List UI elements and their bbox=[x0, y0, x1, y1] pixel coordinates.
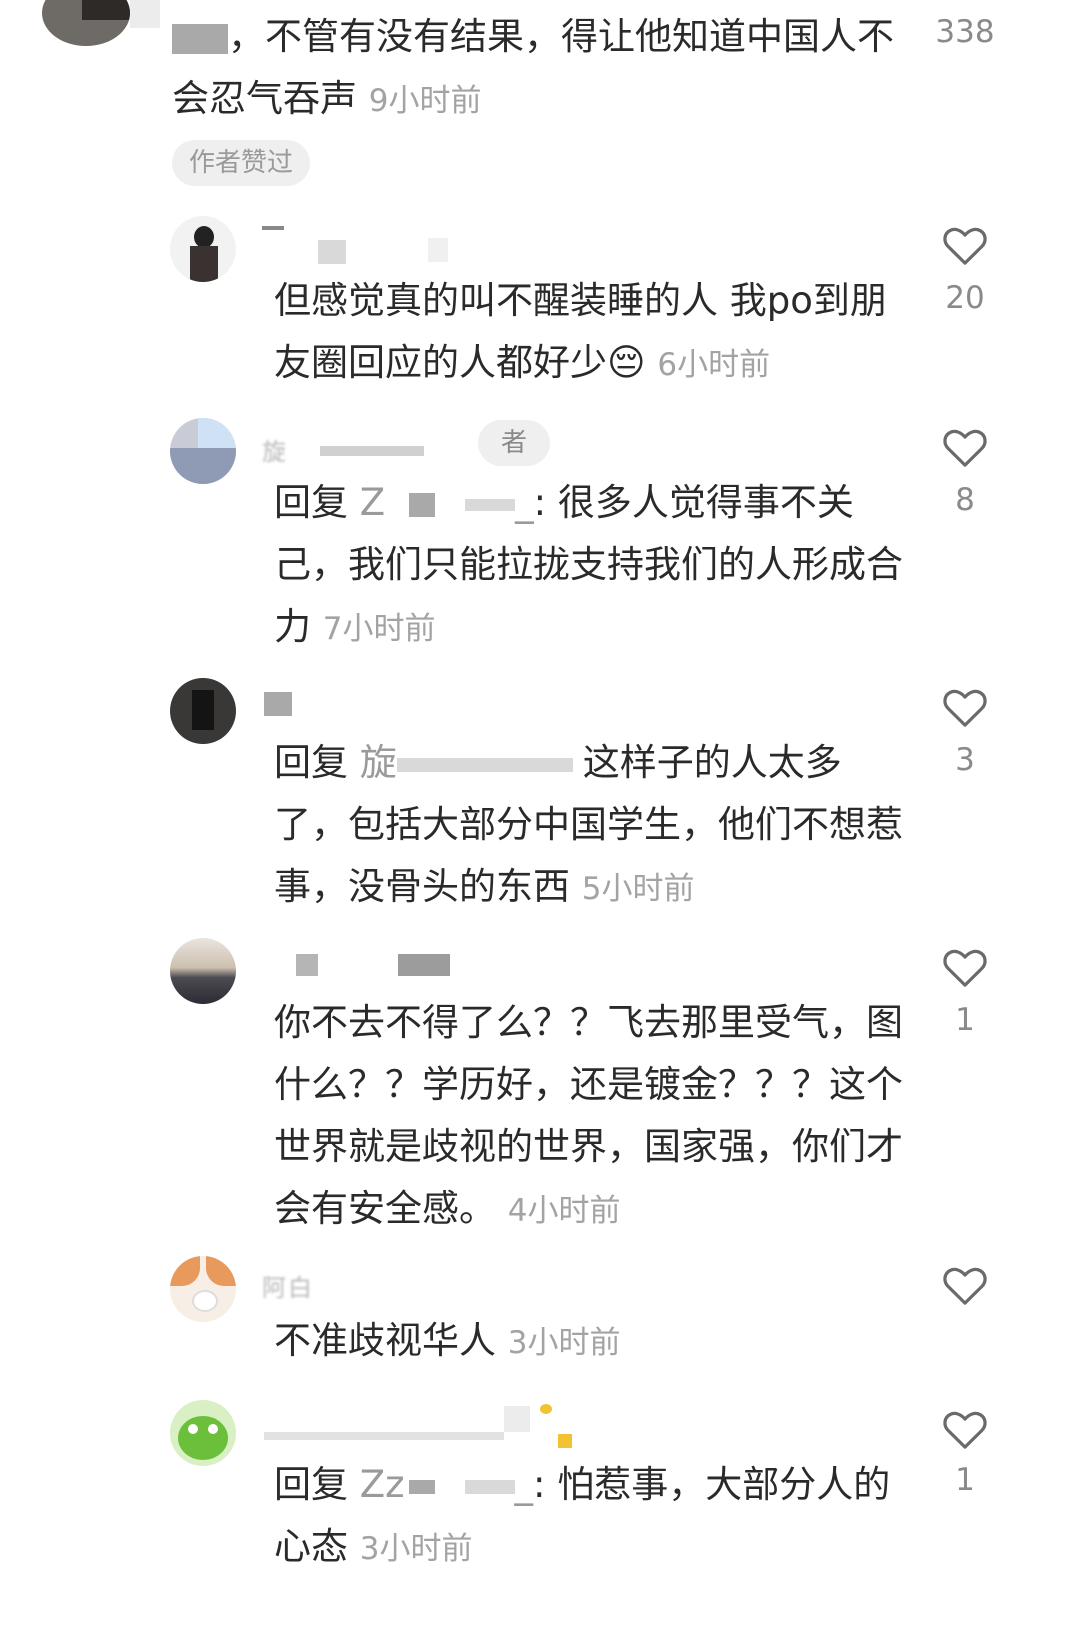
comment-text: ，不管有没有结果，得让他知道中国人不会忍气吞声 9小时前 bbox=[172, 15, 894, 120]
redacted-username bbox=[318, 240, 346, 264]
author-badge: 者 bbox=[478, 420, 550, 466]
avatar[interactable] bbox=[170, 1400, 236, 1466]
comment-time: 6小时前 bbox=[657, 347, 771, 383]
reply-to-name[interactable]: Zz bbox=[360, 1463, 405, 1506]
comment-time: 3小时前 bbox=[359, 1531, 473, 1567]
avatar[interactable] bbox=[170, 938, 236, 1004]
reply-to-name[interactable]: Z bbox=[360, 481, 385, 524]
reply-to-name-tail: _ bbox=[514, 1463, 534, 1506]
commenter-name: 阿白 bbox=[262, 1274, 314, 1302]
comment-time: 7小时前 bbox=[322, 611, 436, 647]
redacted-username bbox=[264, 1432, 504, 1440]
reply-label: 回复 bbox=[274, 1463, 348, 1506]
heart-outline-icon[interactable] bbox=[942, 1408, 988, 1450]
heart-outline-icon[interactable] bbox=[942, 426, 988, 468]
like-count: 1 bbox=[955, 1462, 975, 1498]
reply-label: 回复 bbox=[274, 741, 348, 784]
comment-time: 5小时前 bbox=[581, 871, 695, 907]
redacted-username bbox=[296, 954, 318, 976]
commenter-name: 旋 bbox=[262, 438, 288, 466]
redacted-username bbox=[504, 1406, 530, 1432]
like-count: 1 bbox=[955, 1002, 975, 1038]
author-liked-badge: 作者赞过 bbox=[172, 140, 310, 186]
emoji-fragment bbox=[558, 1434, 572, 1448]
redacted-username bbox=[428, 238, 448, 262]
avatar[interactable] bbox=[170, 216, 236, 282]
redacted-username bbox=[398, 954, 450, 976]
heart-outline-icon[interactable] bbox=[942, 946, 988, 988]
like-count: 20 bbox=[945, 280, 985, 316]
redacted-username bbox=[264, 692, 292, 716]
reply-label: 回复 bbox=[274, 481, 348, 524]
like-count: 338 bbox=[935, 14, 995, 50]
avatar[interactable] bbox=[42, 0, 130, 46]
redacted-username bbox=[262, 226, 284, 230]
comment-text: 不准歧视华人 3小时前 bbox=[274, 1319, 621, 1362]
avatar[interactable] bbox=[170, 1256, 236, 1322]
redacted-username bbox=[320, 446, 424, 456]
emoji-fragment bbox=[540, 1404, 552, 1414]
like-count: 3 bbox=[955, 742, 975, 778]
comment-text: 回复 Z _: 很多人觉得事不关己，我们只能拉拢支持我们的人形成合力 7小时前 bbox=[274, 481, 903, 648]
comment-text: 但感觉真的叫不醒装睡的人 我po到朋友圈回应的人都好少😔 6小时前 bbox=[274, 279, 887, 384]
comment-time: 9小时前 bbox=[368, 83, 482, 119]
like-count: 8 bbox=[955, 482, 975, 518]
comment-time: 4小时前 bbox=[507, 1193, 621, 1229]
avatar[interactable] bbox=[170, 418, 236, 484]
comment-text: 你不去不得了么？？飞去那里受气，图什么？？学历好，还是镀金？？？这个世界就是歧视… bbox=[274, 1001, 903, 1230]
heart-outline-icon[interactable] bbox=[942, 686, 988, 728]
heart-outline-icon[interactable] bbox=[942, 224, 988, 266]
comment-text: 回复 旋这样子的人太多了，包括大部分中国学生，他们不想惹事，没骨头的东西 5小时… bbox=[274, 741, 903, 908]
heart-outline-icon[interactable] bbox=[942, 1264, 988, 1306]
avatar[interactable] bbox=[170, 678, 236, 744]
comment-time: 3小时前 bbox=[507, 1325, 621, 1361]
redacted-name bbox=[130, 0, 160, 28]
reply-to-name-tail: _ bbox=[515, 481, 534, 524]
reply-to-name[interactable]: 旋 bbox=[360, 741, 397, 784]
comment-text: 回复 Zz _: 怕惹事，大部分人的心态 3小时前 bbox=[274, 1463, 891, 1568]
